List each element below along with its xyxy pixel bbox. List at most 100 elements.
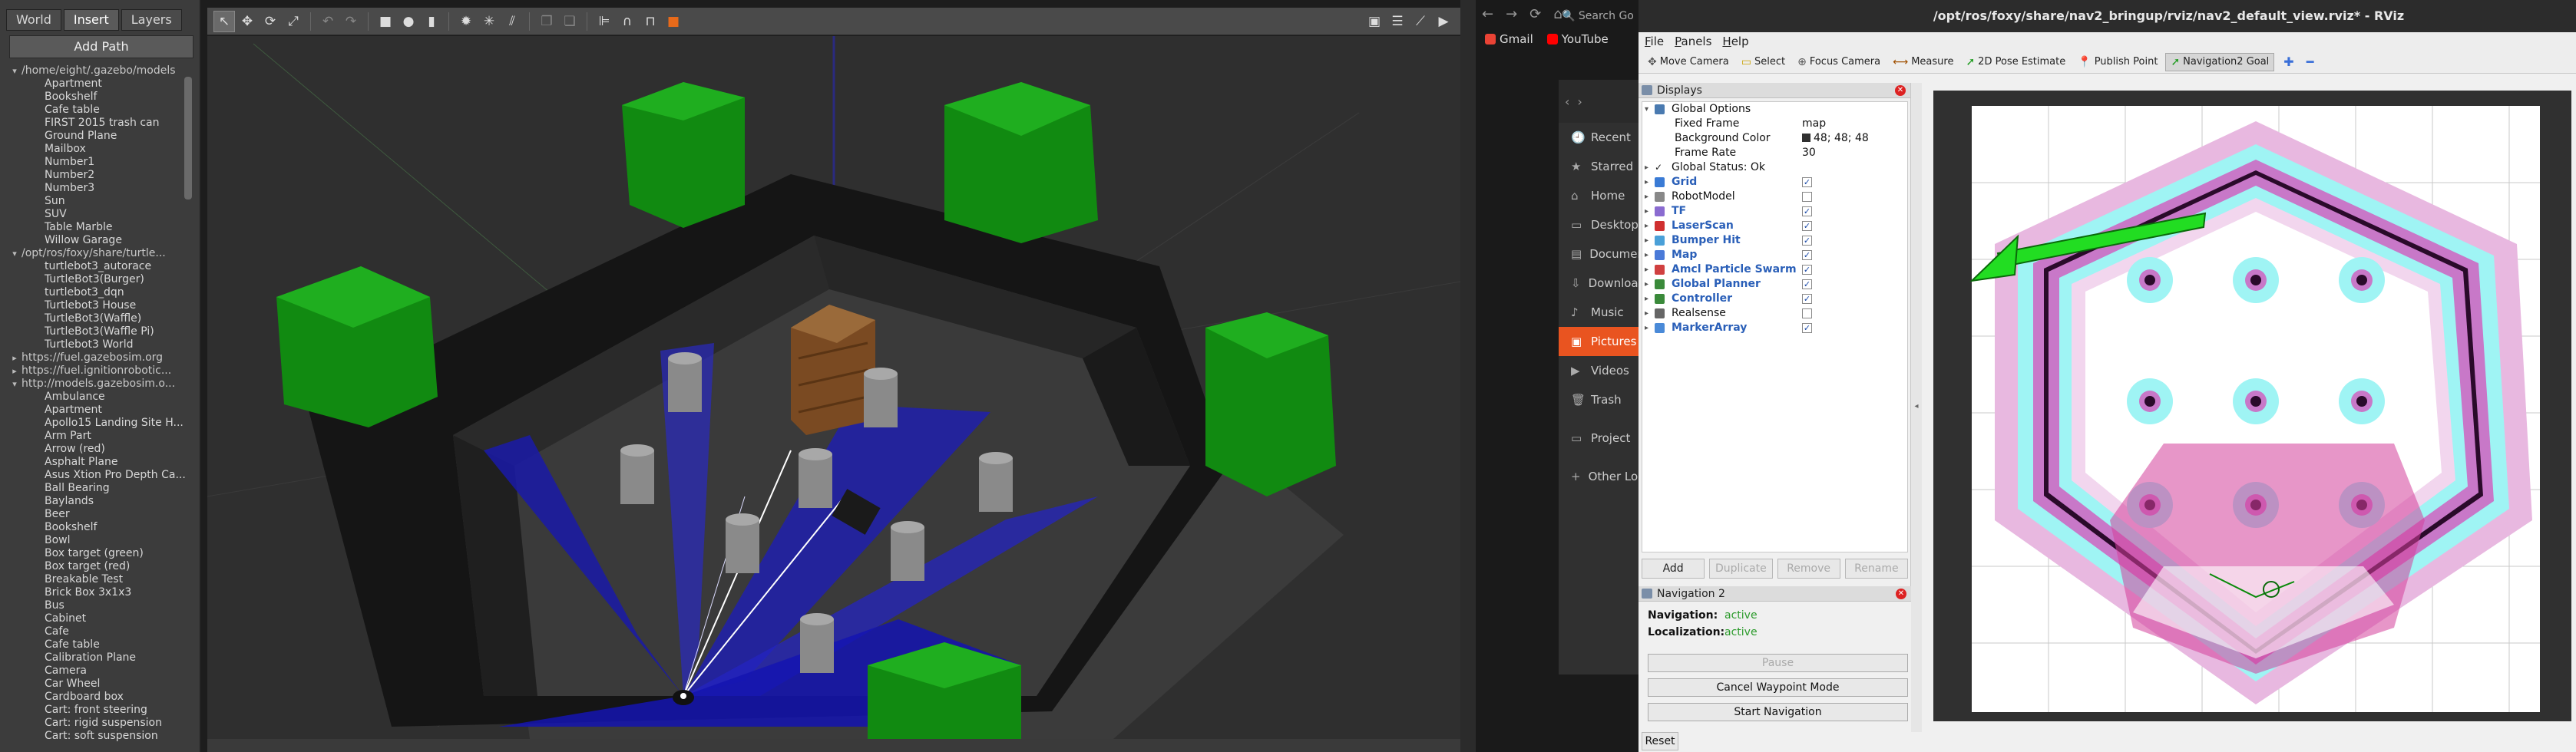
video-icon[interactable]: ▶	[1433, 11, 1454, 32]
close-icon[interactable]: ✕	[1895, 85, 1906, 96]
align-icon[interactable]: ⊫	[594, 11, 615, 32]
tree-model-item[interactable]: Camera	[8, 665, 192, 678]
tab-world[interactable]: World	[6, 9, 61, 31]
tree-model-item[interactable]: Breakable Test	[8, 573, 192, 586]
tool-move-camera[interactable]: ✥ Move Camera	[1643, 53, 1734, 71]
display-checkbox[interactable]: ✓	[1802, 206, 1812, 216]
tree-model-item[interactable]: turtlebot3_autorace	[8, 260, 192, 273]
tree-model-item[interactable]: Ambulance	[8, 391, 192, 404]
tree-folder[interactable]: ▸ https://fuel.ignitionrobotic...	[8, 364, 192, 378]
tree-model-item[interactable]: Cafe table	[8, 104, 192, 117]
joint-icon[interactable]: ⊓	[640, 11, 661, 32]
sphere-icon[interactable]: ●	[398, 11, 419, 32]
start-navigation-button[interactable]: Start Navigation	[1648, 703, 1908, 721]
remove-tool-icon[interactable]: ━	[2303, 54, 2317, 69]
snap-icon[interactable]: ∩	[617, 11, 638, 32]
add-tool-icon[interactable]: ✚	[2277, 54, 2300, 69]
tree-model-item[interactable]: Box target (green)	[8, 547, 192, 560]
tree-model-item[interactable]: Cafe	[8, 625, 192, 638]
tree-model-item[interactable]: Cart: front steering	[8, 704, 192, 717]
chevron-right-icon[interactable]: ▸	[1645, 277, 1648, 292]
tree-model-item[interactable]: FIRST 2015 trash can	[8, 117, 192, 130]
tree-model-item[interactable]: SUV	[8, 208, 192, 221]
tree-model-item[interactable]: Turtlebot3 House	[8, 299, 192, 312]
tree-model-item[interactable]: Turtlebot3 World	[8, 338, 192, 351]
sidebar-item-downloads[interactable]: ⇩ Downloads	[1559, 269, 1639, 298]
tree-model-item[interactable]: Bookshelf	[8, 521, 192, 534]
display-checkbox[interactable]: ✓	[1802, 177, 1812, 187]
scale-icon[interactable]: ⤢	[283, 11, 304, 32]
tree-model-item[interactable]: Beer	[8, 508, 192, 521]
reset-button[interactable]: Reset	[1642, 732, 1678, 750]
sidebar-item-starred[interactable]: ★ Starred	[1559, 152, 1639, 181]
display-row[interactable]: Fixed Frame map	[1642, 117, 1907, 131]
display-row[interactable]: ▾ Global Options	[1642, 102, 1907, 117]
chevron-right-icon[interactable]: ▸	[1645, 160, 1648, 175]
sidebar-item-music[interactable]: ♪ Music	[1559, 298, 1639, 327]
tree-model-item[interactable]: Willow Garage	[8, 234, 192, 247]
display-row[interactable]: ▸ Controller ✓	[1642, 292, 1907, 306]
tree-model-item[interactable]: Cabinet	[8, 612, 192, 625]
translate-icon[interactable]: ✥	[236, 11, 258, 32]
tree-model-item[interactable]: Bookshelf	[8, 91, 192, 104]
copy-icon[interactable]: ❐	[536, 11, 557, 32]
sidebar-item-pictures[interactable]: ▣ Pictures	[1559, 327, 1639, 356]
chevron-right-icon[interactable]: ▸	[1645, 292, 1648, 306]
display-value[interactable]: 48; 48; 48	[1802, 131, 1869, 146]
tree-model-item[interactable]: Apartment	[8, 404, 192, 417]
tree-model-item[interactable]: turtlebot3_dqn	[8, 286, 192, 299]
chevron-right-icon[interactable]: ▸	[8, 364, 21, 378]
tree-model-item[interactable]: Box target (red)	[8, 560, 192, 573]
display-row[interactable]: ▸ Global Planner ✓	[1642, 277, 1907, 292]
chevron-right-icon[interactable]: ▸	[1645, 190, 1648, 204]
tree-model-item[interactable]: Bowl	[8, 534, 192, 547]
tree-model-item[interactable]: Number2	[8, 169, 192, 182]
tree-model-item[interactable]: Apollo15 Landing Site H...	[8, 417, 192, 430]
display-row[interactable]: ▸ LaserScan ✓	[1642, 219, 1907, 233]
display-checkbox[interactable]: ✓	[1802, 221, 1812, 231]
display-value[interactable]: map	[1802, 117, 1826, 131]
tab-insert[interactable]: Insert	[63, 9, 119, 31]
display-row[interactable]: Background Color 48; 48; 48	[1642, 131, 1907, 146]
display-row[interactable]: ▸ Bumper Hit ✓	[1642, 233, 1907, 248]
display-row[interactable]: ▸ Map ✓	[1642, 248, 1907, 262]
display-checkbox[interactable]: ✓	[1802, 250, 1812, 260]
menu-help[interactable]: Help	[1722, 32, 1748, 51]
tree-model-item[interactable]: Ball Bearing	[8, 482, 192, 495]
tree-folder[interactable]: ▸ https://fuel.gazebosim.org	[8, 351, 192, 364]
tree-model-item[interactable]: Cart: rigid suspension	[8, 717, 192, 730]
chevron-down-icon[interactable]: ▾	[1645, 102, 1648, 117]
remove-button[interactable]: Remove	[1777, 559, 1840, 579]
rotate-icon[interactable]: ⟳	[260, 11, 281, 32]
tree-model-item[interactable]: Baylands	[8, 495, 192, 508]
tree-model-item[interactable]: TurtleBot3(Waffle Pi)	[8, 325, 192, 338]
tree-folder[interactable]: ▾/opt/ros/foxy/share/turtle...	[8, 247, 192, 260]
tree-model-item[interactable]: Bus	[8, 599, 192, 612]
chevron-right-icon[interactable]: ▸	[1645, 233, 1648, 248]
chevron-right-icon[interactable]: ▸	[1645, 219, 1648, 233]
sidebar-item-videos[interactable]: ▶ Videos	[1559, 356, 1639, 385]
tool-navigation2-goal[interactable]: ➚ Navigation2 Goal	[2165, 52, 2275, 71]
chevron-right-icon[interactable]: ▸	[1645, 306, 1648, 321]
chevron-right-icon[interactable]: ▸	[1645, 248, 1648, 262]
tree-model-item[interactable]: Cart: soft suspension	[8, 730, 192, 743]
tree-model-item[interactable]: Calibration Plane	[8, 651, 192, 665]
tab-layers[interactable]: Layers	[121, 9, 182, 31]
tool-select[interactable]: ▭ Select	[1737, 53, 1790, 71]
arrow-select-icon[interactable]: ↖	[213, 10, 235, 32]
display-value[interactable]: 30	[1802, 146, 1816, 160]
browser-search[interactable]: 🔍 Search Go	[1562, 6, 1639, 26]
sidebar-item-desktop[interactable]: ▭ Desktop	[1559, 210, 1639, 239]
sidebar-item-documents[interactable]: ▤ Documents	[1559, 239, 1639, 269]
back-icon[interactable]: ‹	[1565, 94, 1569, 109]
display-checkbox[interactable]	[1802, 308, 1812, 318]
add-button[interactable]: Add	[1642, 559, 1705, 579]
sidebar-item-trash[interactable]: 🗑 Trash	[1559, 385, 1639, 414]
bookmark-youtube[interactable]: YouTube	[1546, 32, 1609, 46]
dir-light-icon[interactable]: ⫽	[501, 11, 523, 32]
display-checkbox[interactable]	[1802, 192, 1812, 202]
sidebar-item-project[interactable]: ▭ Project	[1559, 424, 1639, 453]
reload-icon[interactable]: ⟳	[1529, 6, 1541, 22]
color-icon[interactable]: ■	[663, 11, 684, 32]
undo-icon[interactable]: ↶	[317, 11, 339, 32]
